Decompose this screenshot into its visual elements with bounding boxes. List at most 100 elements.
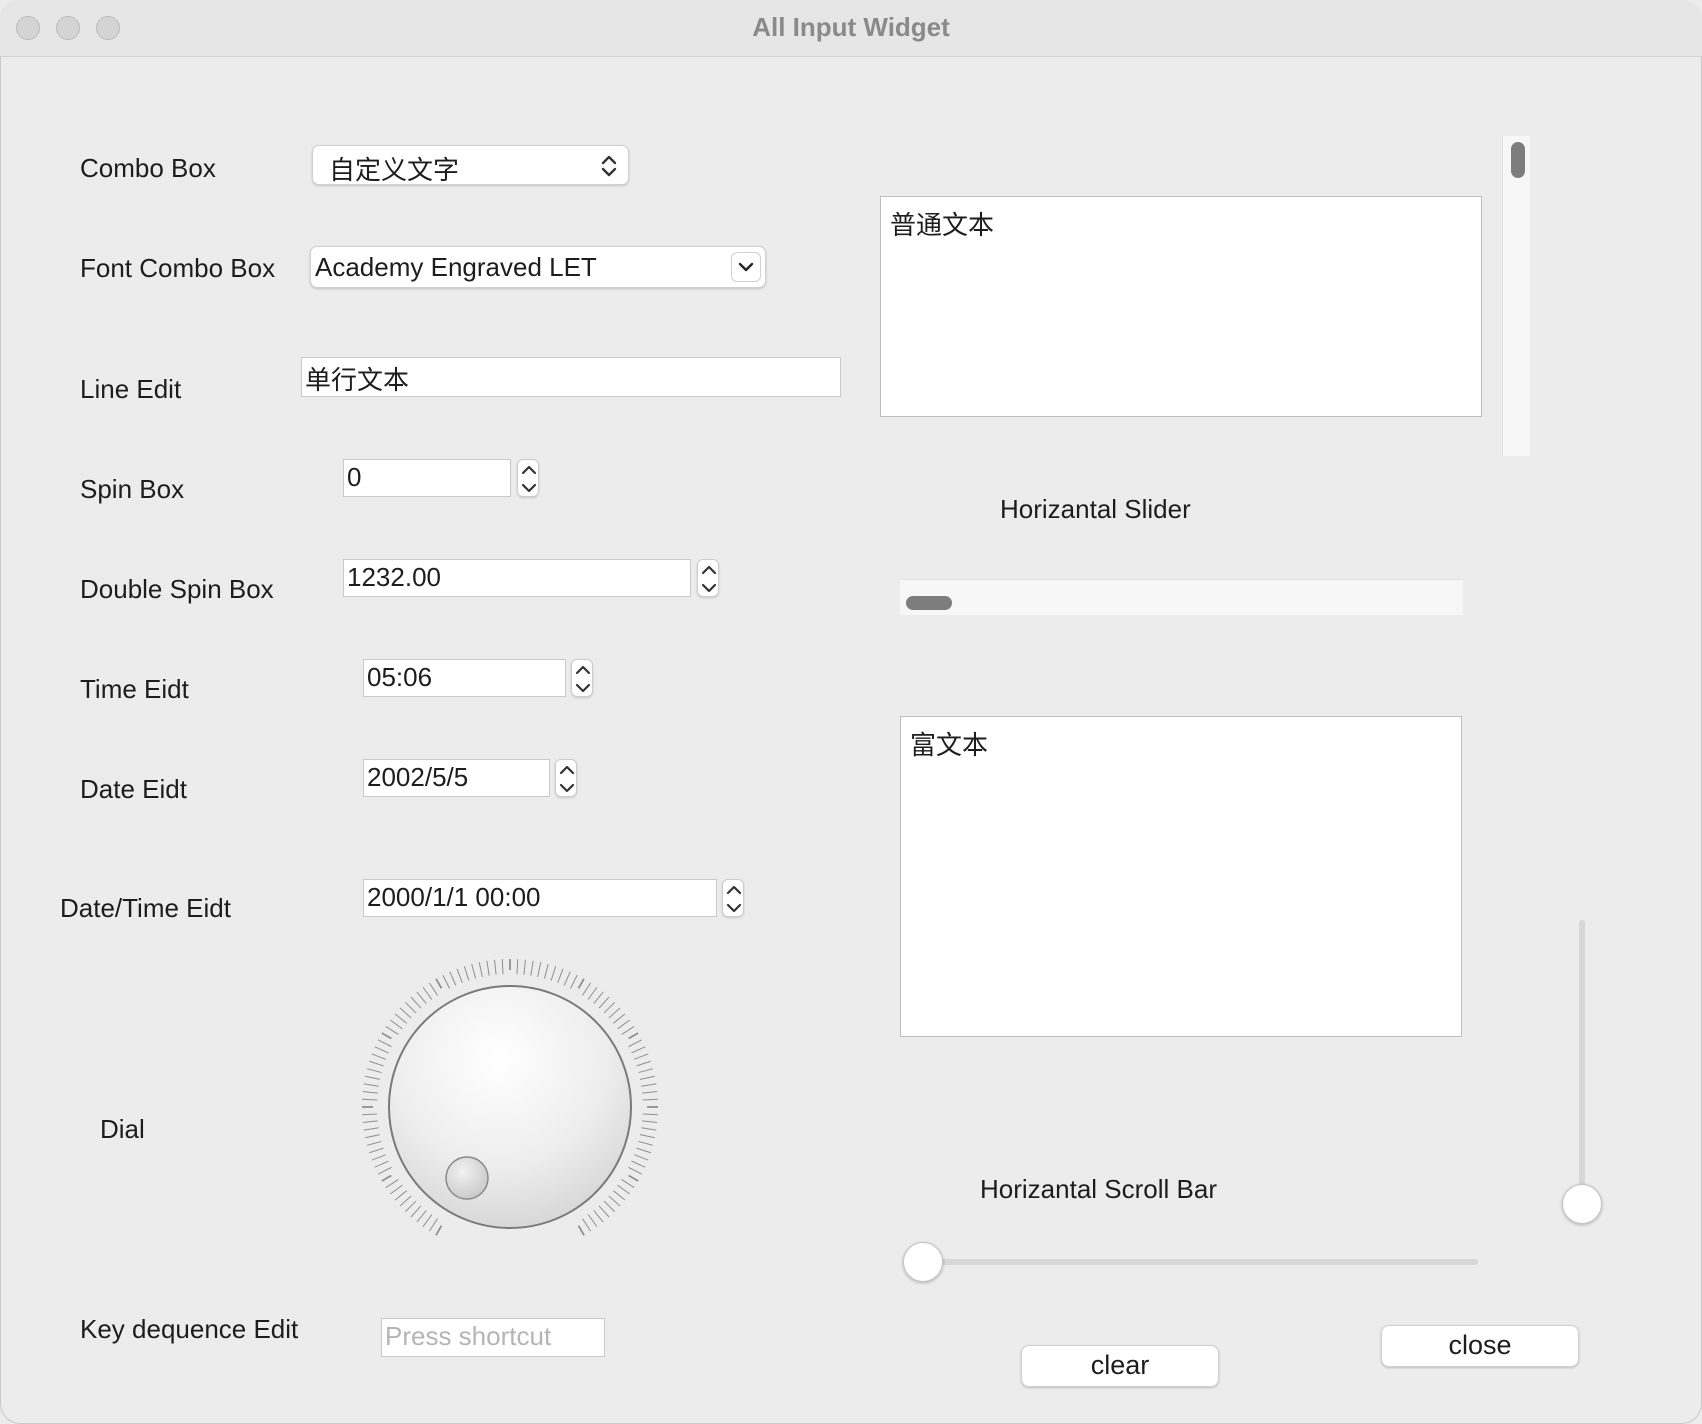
time-edit-stepper[interactable] xyxy=(571,659,593,697)
dial-tick xyxy=(638,1068,654,1074)
line-edit-label: Line Edit xyxy=(80,374,182,404)
dial-tick xyxy=(362,1113,378,1116)
dial-knob[interactable] xyxy=(388,985,632,1229)
dial-tick xyxy=(381,1032,392,1040)
dial-tick xyxy=(642,1091,658,1094)
horizontal-slider-track[interactable] xyxy=(905,1259,1478,1265)
dial-tick xyxy=(422,1214,433,1228)
dial-tick xyxy=(428,982,438,996)
dial-tick xyxy=(463,966,470,981)
horizontal-scroll-track[interactable] xyxy=(900,579,1463,615)
key-sequence-input[interactable]: Press shortcut xyxy=(381,1318,605,1357)
title-bar: All Input Widget xyxy=(0,0,1702,57)
dial-tick xyxy=(593,1210,604,1223)
dial-tick xyxy=(366,1140,382,1146)
dial-tick xyxy=(617,1019,631,1030)
stepper-arrows-icon xyxy=(521,465,537,493)
stepper-arrows-icon xyxy=(575,665,591,693)
horizontal-scroll-bar-label: Horizantal Scroll Bar xyxy=(980,1174,1217,1204)
datetime-edit-stepper[interactable] xyxy=(722,879,744,917)
dial-label: Dial xyxy=(100,1114,145,1144)
dial-tick xyxy=(613,1190,626,1201)
dial-tick xyxy=(543,963,549,979)
dial-tick xyxy=(389,1184,403,1195)
dial-tick xyxy=(416,991,427,1004)
dial-tick xyxy=(608,1195,621,1207)
combo-box[interactable]: 自定义文字 xyxy=(312,145,629,185)
vertical-slider-track[interactable] xyxy=(1579,920,1585,1210)
time-edit-label: Time Eidt xyxy=(80,674,189,704)
dial-tick xyxy=(442,974,451,989)
dial-tick xyxy=(631,1046,646,1054)
dial-tick xyxy=(416,1210,427,1223)
dial-tick xyxy=(365,1075,381,1080)
date-edit-input[interactable]: 2002/5/5 xyxy=(363,759,550,797)
dial-tick xyxy=(603,1001,616,1014)
dial-tick xyxy=(366,1068,382,1074)
dial-tick xyxy=(621,1179,635,1189)
dial-tick xyxy=(456,968,463,984)
font-combo-dropdown-button[interactable] xyxy=(731,252,761,282)
dial-tick xyxy=(374,1160,389,1168)
dial-tick xyxy=(374,1046,389,1054)
double-spin-box-stepper[interactable] xyxy=(697,559,719,597)
dial-tick xyxy=(516,959,519,975)
dial-tick xyxy=(389,1019,403,1030)
dial-tick xyxy=(642,1113,658,1116)
double-spin-box-input[interactable]: 1232.00 xyxy=(343,559,691,597)
dial-handle[interactable] xyxy=(445,1156,489,1200)
dial-tick xyxy=(365,1134,381,1139)
dial-tick xyxy=(628,1032,639,1040)
font-combo-box-label: Font Combo Box xyxy=(80,253,276,283)
stepper-arrows-icon xyxy=(701,565,717,593)
dial-tick xyxy=(593,991,604,1004)
dial-tick xyxy=(598,996,610,1009)
vertical-scroll-bar[interactable] xyxy=(1502,136,1530,456)
time-edit-input[interactable]: 05:06 xyxy=(363,659,566,697)
dial-tick xyxy=(587,1214,598,1228)
horizontal-scroll-track-handle[interactable] xyxy=(906,596,952,610)
plain-text-edit[interactable]: 普通文本 xyxy=(880,196,1482,417)
dial-tick xyxy=(557,968,564,984)
close-button[interactable]: close xyxy=(1381,1325,1579,1367)
font-combo-box-value: Academy Engraved LET xyxy=(315,252,597,282)
spin-box-input[interactable]: 0 xyxy=(343,459,511,497)
clear-button[interactable]: clear xyxy=(1021,1345,1219,1387)
datetime-edit-label: Date/Time Eidt xyxy=(60,893,231,923)
dial-tick xyxy=(362,1091,378,1094)
vertical-slider-handle[interactable] xyxy=(1562,1184,1602,1224)
dial-tick xyxy=(563,971,571,986)
plain-text-content: 普通文本 xyxy=(890,210,995,240)
dial-tick xyxy=(636,1060,651,1067)
horizontal-slider-label: Horizantal Slider xyxy=(1000,494,1191,524)
dial-tick xyxy=(494,959,497,975)
dial-tick xyxy=(638,1140,654,1146)
dial[interactable] xyxy=(355,950,665,1250)
combo-box-value: 自定义文字 xyxy=(329,155,460,185)
dial-tick xyxy=(410,1205,422,1218)
dial-tick xyxy=(642,1098,658,1101)
dial-tick xyxy=(617,1184,631,1195)
dial-tick xyxy=(642,1120,658,1123)
datetime-edit-input[interactable]: 2000/1/1 00:00 xyxy=(363,879,717,917)
dial-tick xyxy=(633,1154,649,1161)
dial-tick xyxy=(435,1225,443,1236)
dial-tick xyxy=(577,1225,585,1236)
spin-box-stepper[interactable] xyxy=(517,459,539,497)
dial-tick xyxy=(608,1007,621,1019)
stepper-arrows-icon xyxy=(559,765,575,793)
date-edit-stepper[interactable] xyxy=(555,759,577,797)
horizontal-slider-handle[interactable] xyxy=(903,1242,943,1282)
dial-tick xyxy=(404,1200,417,1213)
dial-tick xyxy=(471,963,477,979)
font-combo-box[interactable]: Academy Engraved LET xyxy=(310,246,766,288)
vertical-scroll-bar-handle[interactable] xyxy=(1511,142,1525,178)
stepper-arrows-icon xyxy=(726,885,742,913)
dial-tick xyxy=(428,1218,438,1232)
dial-tick xyxy=(598,1205,610,1218)
dial-tick xyxy=(371,1053,387,1060)
rich-text-edit[interactable]: 富文本 xyxy=(900,716,1462,1037)
dial-tick xyxy=(371,1154,387,1161)
dial-tick xyxy=(435,978,443,989)
line-edit-input[interactable]: 单行文本 xyxy=(301,357,841,397)
